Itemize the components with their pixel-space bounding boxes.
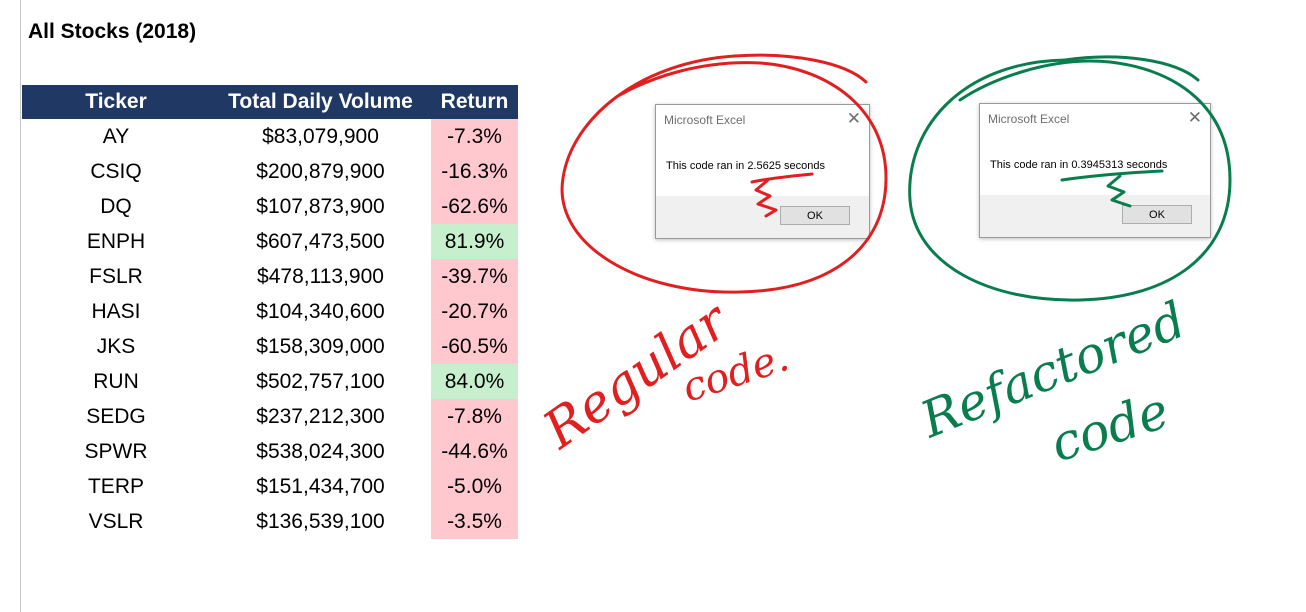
ticker-cell[interactable]: VSLR: [22, 504, 210, 539]
message-box-refactored: Microsoft Excel ✕ This code ran in 0.394…: [979, 103, 1211, 238]
message-box-regular: Microsoft Excel ✕ This code ran in 2.562…: [655, 104, 870, 239]
ticker-cell[interactable]: DQ: [22, 189, 210, 224]
table-row: SPWR $538,024,300 -44.6%: [22, 434, 518, 469]
table-row: DQ $107,873,900 -62.6%: [22, 189, 518, 224]
header-ticker[interactable]: Ticker: [22, 85, 210, 119]
return-cell[interactable]: -20.7%: [431, 294, 518, 329]
ticker-cell[interactable]: CSIQ: [22, 154, 210, 189]
ticker-cell[interactable]: RUN: [22, 364, 210, 399]
volume-cell[interactable]: $237,212,300: [210, 399, 431, 434]
volume-cell[interactable]: $104,340,600: [210, 294, 431, 329]
table-row: RUN $502,757,100 84.0%: [22, 364, 518, 399]
return-cell[interactable]: -5.0%: [431, 469, 518, 504]
dialog-message: This code ran in 0.3945313 seconds: [990, 159, 1168, 171]
ticker-cell[interactable]: ENPH: [22, 224, 210, 259]
dialog-message: This code ran in 2.5625 seconds: [666, 160, 825, 172]
refactored-code-label-line2: code: [1044, 381, 1176, 473]
volume-cell[interactable]: $478,113,900: [210, 259, 431, 294]
volume-cell[interactable]: $607,473,500: [210, 224, 431, 259]
ok-button[interactable]: OK: [1122, 205, 1192, 224]
table-row: JKS $158,309,000 -60.5%: [22, 329, 518, 364]
volume-cell[interactable]: $158,309,000: [210, 329, 431, 364]
volume-cell[interactable]: $136,539,100: [210, 504, 431, 539]
close-icon[interactable]: ✕: [1188, 108, 1202, 128]
return-cell[interactable]: -7.3%: [431, 119, 518, 154]
sheet-left-border: [20, 0, 21, 612]
volume-cell[interactable]: $538,024,300: [210, 434, 431, 469]
table-row: ENPH $607,473,500 81.9%: [22, 224, 518, 259]
table-row: VSLR $136,539,100 -3.5%: [22, 504, 518, 539]
refactored-code-label: Refactored: [912, 291, 1194, 450]
return-cell[interactable]: 81.9%: [431, 224, 518, 259]
regular-code-label: Regular: [532, 290, 741, 462]
stock-table: Ticker Total Daily Volume Return AY $83,0…: [22, 85, 518, 539]
ticker-cell[interactable]: AY: [22, 119, 210, 154]
volume-cell[interactable]: $107,873,900: [210, 189, 431, 224]
ticker-cell[interactable]: FSLR: [22, 259, 210, 294]
close-icon[interactable]: ✕: [847, 109, 861, 129]
ticker-cell[interactable]: JKS: [22, 329, 210, 364]
return-cell[interactable]: -44.6%: [431, 434, 518, 469]
ok-button[interactable]: OK: [780, 206, 850, 225]
volume-cell[interactable]: $83,079,900: [210, 119, 431, 154]
return-cell[interactable]: -7.8%: [431, 399, 518, 434]
header-total-daily-volume[interactable]: Total Daily Volume: [210, 85, 431, 119]
return-cell[interactable]: -60.5%: [431, 329, 518, 364]
table-row: AY $83,079,900 -7.3%: [22, 119, 518, 154]
table-row: HASI $104,340,600 -20.7%: [22, 294, 518, 329]
table-row: CSIQ $200,879,900 -16.3%: [22, 154, 518, 189]
return-cell[interactable]: -3.5%: [431, 504, 518, 539]
red-circle-tail-annotation: [733, 53, 868, 84]
table-row: TERP $151,434,700 -5.0%: [22, 469, 518, 504]
ticker-cell[interactable]: SEDG: [22, 399, 210, 434]
table-row: SEDG $237,212,300 -7.8%: [22, 399, 518, 434]
table-row: FSLR $478,113,900 -39.7%: [22, 259, 518, 294]
volume-cell[interactable]: $151,434,700: [210, 469, 431, 504]
green-circle-tail-annotation: [1063, 55, 1200, 82]
return-cell[interactable]: -39.7%: [431, 259, 518, 294]
table-body: AY $83,079,900 -7.3% CSIQ $200,879,900 -16.3%…: [22, 119, 518, 539]
ticker-cell[interactable]: HASI: [22, 294, 210, 329]
return-cell[interactable]: -16.3%: [431, 154, 518, 189]
dialog-title: Microsoft Excel: [664, 113, 746, 127]
dialog-title: Microsoft Excel: [988, 112, 1070, 126]
header-return[interactable]: Return: [431, 85, 518, 119]
regular-code-label-line2: code.: [677, 334, 794, 411]
volume-cell[interactable]: $502,757,100: [210, 364, 431, 399]
sheet-title: All Stocks (2018): [28, 20, 197, 43]
return-cell[interactable]: -62.6%: [431, 189, 518, 224]
ticker-cell[interactable]: SPWR: [22, 434, 210, 469]
return-cell[interactable]: 84.0%: [431, 364, 518, 399]
ticker-cell[interactable]: TERP: [22, 469, 210, 504]
table-header-row: Ticker Total Daily Volume Return: [22, 85, 518, 119]
volume-cell[interactable]: $200,879,900: [210, 154, 431, 189]
